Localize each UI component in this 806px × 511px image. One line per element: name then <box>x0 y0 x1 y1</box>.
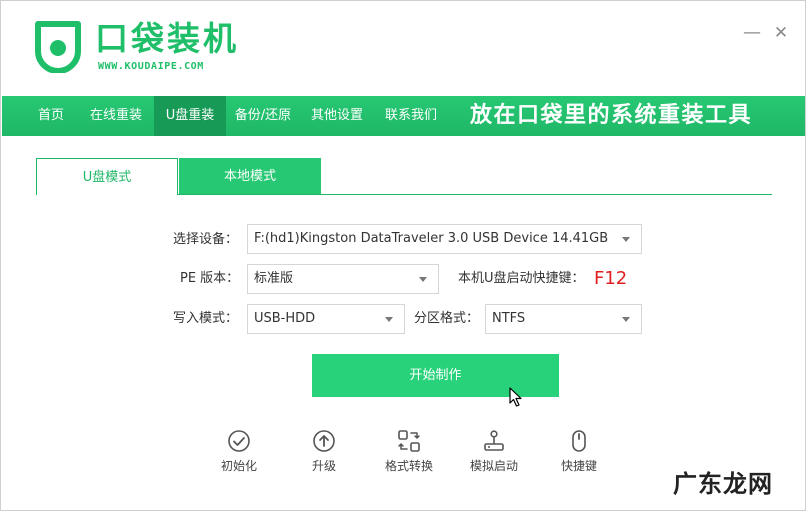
tool-label: 快捷键 <box>560 459 597 473</box>
pocket-logo-icon <box>35 21 81 73</box>
hotkey-label: 本机U盘启动快捷键： <box>458 271 585 286</box>
chevron-down-icon <box>622 317 630 322</box>
nav-item-online-reinstall[interactable]: 在线重装 <box>82 96 150 136</box>
tool-simulate-boot[interactable]: 模拟启动 <box>459 429 529 475</box>
minimize-button[interactable]: — <box>742 23 762 43</box>
tab-usb-mode[interactable]: U盘模式 <box>36 158 178 195</box>
tool-format-convert[interactable]: 格式转换 <box>374 429 444 475</box>
mouse-icon <box>572 430 586 452</box>
device-select-value: F:(hd1)Kingston DataTraveler 3.0 USB Dev… <box>254 231 609 246</box>
convert-icon <box>398 430 420 452</box>
brand-url: WWW.KOUDAIPE.COM <box>98 61 204 72</box>
nav-item-backup-restore[interactable]: 备份/还原 <box>228 96 298 136</box>
pe-version-value: 标准版 <box>254 271 294 286</box>
nav-item-other-settings[interactable]: 其他设置 <box>302 96 372 136</box>
upload-circle-icon <box>313 430 335 452</box>
hotkey-value: F12 <box>594 268 628 289</box>
chevron-down-icon <box>419 277 427 282</box>
write-mode-value: USB-HDD <box>254 311 316 326</box>
tool-initialize[interactable]: 初始化 <box>204 429 274 475</box>
nav-slogan: 放在口袋里的系统重装工具 <box>470 103 753 128</box>
device-label: 选择设备： <box>173 232 239 247</box>
pe-version-label: PE 版本： <box>180 271 240 286</box>
tool-label: 初始化 <box>220 459 257 473</box>
tool-label: 模拟启动 <box>469 459 518 473</box>
main-navbar: 首页 在线重装 U盘重装 备份/还原 其他设置 联系我们 放在口袋里的系统重装工… <box>2 96 805 136</box>
tab-local-mode[interactable]: 本地模式 <box>179 158 321 195</box>
chevron-down-icon <box>622 237 630 242</box>
nav-item-home[interactable]: 首页 <box>24 96 78 136</box>
partition-format-value: NTFS <box>492 311 526 326</box>
check-circle-icon <box>228 430 250 452</box>
write-mode-label: 写入模式： <box>173 311 239 326</box>
app-header: 口袋装机 WWW.KOUDAIPE.COM — ✕ <box>1 1 805 96</box>
write-mode-select[interactable]: USB-HDD <box>247 304 405 334</box>
tool-upgrade[interactable]: 升级 <box>289 429 359 475</box>
close-button[interactable]: ✕ <box>771 23 791 43</box>
tool-label: 格式转换 <box>384 459 433 473</box>
brand-title: 口袋装机 <box>95 19 239 58</box>
app-window: 口袋装机 WWW.KOUDAIPE.COM — ✕ 首页 在线重装 U盘重装 备… <box>0 0 806 511</box>
device-select[interactable]: F:(hd1)Kingston DataTraveler 3.0 USB Dev… <box>247 224 642 254</box>
watermark-text: 广东龙网 <box>673 470 773 498</box>
nav-item-contact-us[interactable]: 联系我们 <box>376 96 446 136</box>
tool-label: 升级 <box>311 459 336 473</box>
joystick-icon <box>484 430 504 451</box>
nav-item-usb-reinstall[interactable]: U盘重装 <box>154 96 226 136</box>
tool-shortcut-keys[interactable]: 快捷键 <box>544 429 614 475</box>
mouse-cursor-icon <box>509 387 522 407</box>
pe-version-select[interactable]: 标准版 <box>247 264 439 294</box>
chevron-down-icon <box>385 317 393 322</box>
partition-format-select[interactable]: NTFS <box>485 304 642 334</box>
partition-format-label: 分区格式： <box>414 311 480 326</box>
